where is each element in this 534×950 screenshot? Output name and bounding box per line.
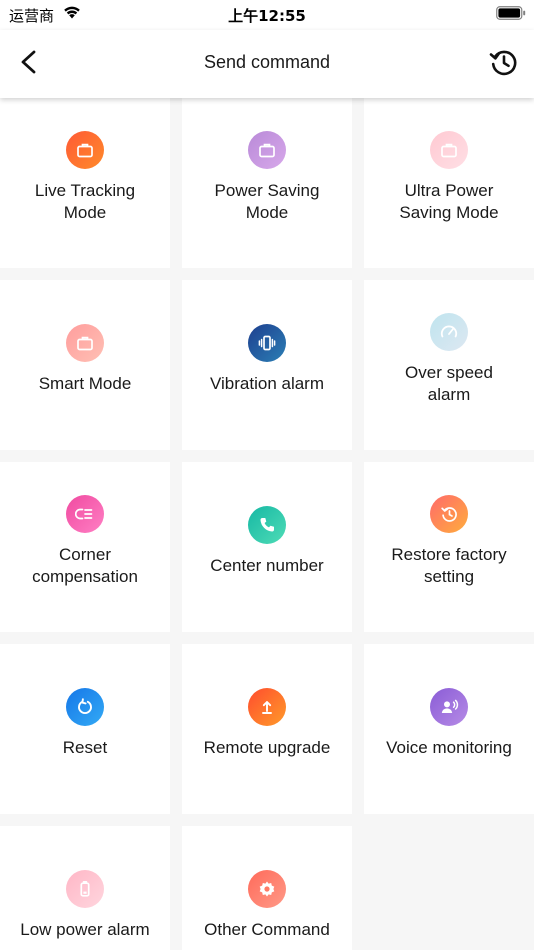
command-label: Smart Mode	[4, 373, 166, 395]
command-tile-center-number[interactable]: Center number	[182, 462, 352, 632]
status-bar: 运营商 上午12:55	[0, 0, 534, 30]
command-label-line: Power Saving	[214, 181, 320, 200]
upload-icon	[248, 688, 286, 726]
command-label: Over speed alarm	[368, 362, 530, 406]
phone-icon	[248, 506, 286, 544]
battery-low-icon	[66, 870, 104, 908]
command-tile-low-power-alarm[interactable]: Low power alarm	[0, 826, 170, 950]
command-label-line: Restore factory	[391, 545, 507, 564]
command-tile-smart-mode[interactable]: Smart Mode	[0, 280, 170, 450]
navigation-bar: Send command	[0, 30, 534, 98]
voice-icon	[430, 688, 468, 726]
gear-icon	[248, 870, 286, 908]
command-label: Power Saving Mode	[186, 180, 348, 224]
command-label-line: Saving Mode	[399, 203, 499, 222]
command-label: Voice monitoring	[368, 737, 530, 759]
command-label: Low power alarm	[4, 919, 166, 941]
command-label-line: setting	[423, 567, 475, 586]
page-title: Send command	[203, 52, 331, 72]
battery-icon	[496, 6, 526, 20]
briefcase-icon	[66, 324, 104, 362]
command-label-line: Mode	[245, 203, 289, 222]
command-label-line: Over speed	[405, 363, 493, 382]
command-label-line: Vibration alarm	[209, 374, 325, 393]
command-label-line: Reset	[62, 738, 108, 757]
command-tile-vibration-alarm[interactable]: Vibration alarm	[182, 280, 352, 450]
status-time: 上午12:55	[228, 7, 306, 25]
command-label: Live Tracking Mode	[4, 180, 166, 224]
command-label: Center number	[186, 555, 348, 577]
command-label-line: compensation	[32, 567, 138, 586]
command-label: Vibration alarm	[186, 373, 348, 395]
command-label-line: Remote upgrade	[203, 738, 331, 757]
briefcase-icon	[66, 131, 104, 169]
command-label-line: alarm	[427, 385, 471, 404]
history-icon	[489, 50, 517, 76]
corner-list-icon	[66, 495, 104, 533]
command-tile-over-speed-alarm[interactable]: Over speed alarm	[364, 280, 534, 450]
command-tile-corner-compensation[interactable]: Corner compensation	[0, 462, 170, 632]
briefcase-icon	[430, 131, 468, 169]
briefcase-icon	[248, 131, 286, 169]
reset-icon	[66, 688, 104, 726]
command-tile-ultra-power-saving-mode[interactable]: Ultra Power Saving Mode	[364, 98, 534, 268]
command-tile-live-tracking-mode[interactable]: Live Tracking Mode	[0, 98, 170, 268]
command-label-line: Mode	[63, 203, 107, 222]
command-label-line: Low power alarm	[20, 920, 150, 939]
command-label-line: Live Tracking	[34, 181, 136, 200]
command-label: Remote upgrade	[186, 737, 348, 759]
command-label-line: Corner	[59, 545, 111, 564]
command-label-line: Other Command	[204, 920, 330, 939]
speedometer-icon	[430, 313, 468, 351]
command-tile-voice-monitoring[interactable]: Voice monitoring	[364, 644, 534, 814]
command-tile-remote-upgrade[interactable]: Remote upgrade	[182, 644, 352, 814]
command-label: Corner compensation	[4, 544, 166, 588]
command-label: Restore factory setting	[368, 544, 530, 588]
vibration-icon	[248, 324, 286, 362]
command-label: Other Command	[186, 919, 348, 941]
command-label: Reset	[4, 737, 166, 759]
command-tile-power-saving-mode[interactable]: Power Saving Mode	[182, 98, 352, 268]
command-grid: Live Tracking Mode Power Saving Mode Ultra P…	[0, 98, 534, 950]
command-label-line: Ultra Power	[404, 181, 494, 200]
command-label-line: Center number	[210, 556, 324, 575]
restore-icon	[430, 495, 468, 533]
command-tile-reset[interactable]: Reset	[0, 644, 170, 814]
command-tile-other-command[interactable]: Other Command	[182, 826, 352, 950]
history-button[interactable]	[488, 47, 518, 77]
command-label-line: Smart Mode	[38, 374, 132, 393]
command-tile-restore-factory-setting[interactable]: Restore factory setting	[364, 462, 534, 632]
command-label-line: Voice monitoring	[386, 738, 512, 757]
command-label: Ultra Power Saving Mode	[368, 180, 530, 224]
